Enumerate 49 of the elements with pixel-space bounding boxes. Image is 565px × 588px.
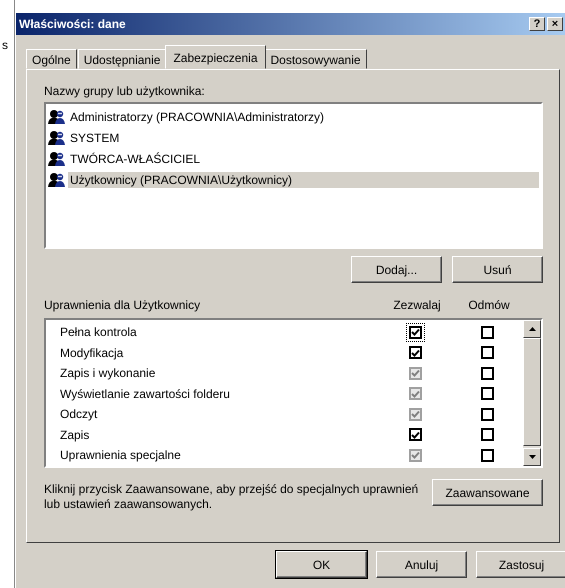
tab[interactable]: Zabezpieczenia (165, 45, 266, 69)
permission-name: Zapis i wykonanie (60, 366, 156, 380)
permission-name: Wyświetlanie zawartości folderu (60, 386, 231, 401)
user-group-icon (48, 150, 66, 166)
permission-name: Pełna kontrola (60, 325, 138, 340)
scroll-thumb[interactable] (523, 338, 541, 446)
user-group-icon (48, 108, 66, 124)
column-header: Zezwalaj (392, 298, 442, 314)
permission-name: Zapis (60, 428, 90, 442)
group-list[interactable]: Administratorzy (PRACOWNIA\Administratorzy) SYSTEM TWÓRCA-WŁAŚCICIEL Użytkownicy (PRACOWNIA\Użytkownicy) (44, 102, 543, 249)
group-item[interactable]: Administratorzy (PRACOWNIA\Administratorzy) (68, 108, 326, 124)
permission-name: Modyfikacja (60, 346, 124, 360)
checkmark-icon (410, 369, 420, 378)
permissions-label: Uprawnienia dla Użytkownicy (44, 298, 202, 314)
close-button[interactable]: × (547, 17, 563, 31)
remove-button[interactable]: Usuń (452, 256, 543, 283)
cancel-button[interactable]: Anuluj (376, 551, 467, 578)
scrollbar[interactable] (523, 320, 541, 466)
ok-button[interactable]: OK (276, 551, 367, 578)
tab[interactable]: Dostosowywanie (264, 49, 367, 69)
advanced-button[interactable]: Zaawansowane (432, 479, 543, 506)
group-list-label: Nazwy grupy lub użytkownika: (44, 84, 206, 100)
checkmark-icon (410, 451, 420, 460)
advanced-hint: Kliknij przycisk Zaawansowane, aby przejść do specjalnych uprawnień lub ustawień zaawansowanych. (44, 481, 420, 512)
checkmark-icon (410, 410, 420, 418)
scroll-up-button[interactable] (523, 320, 541, 338)
checkmark-icon (410, 390, 420, 398)
tab[interactable]: Ogólne (26, 49, 77, 69)
checkmark-icon (410, 328, 420, 336)
group-item[interactable]: TWÓRCA-WŁAŚCICIEL (68, 150, 202, 166)
checkmark-icon (410, 348, 420, 357)
up-arrow-icon (528, 327, 536, 331)
group-item[interactable]: SYSTEM (68, 130, 122, 146)
user-group-icon (48, 172, 66, 188)
add-button[interactable]: Dodaj... (351, 256, 442, 283)
permission-name: Odczyt (60, 407, 98, 422)
column-header: Odmów (467, 298, 511, 314)
help-button[interactable]: ? (529, 17, 545, 31)
window-title: Właściwości: dane (19, 17, 127, 31)
user-group-icon (48, 130, 66, 146)
scroll-down-button[interactable] (523, 448, 541, 466)
checkmark-icon (410, 430, 420, 439)
permission-name: Uprawnienia specjalne (60, 448, 182, 462)
group-item[interactable]: Użytkownicy (PRACOWNIA\Użytkownicy) (68, 172, 539, 188)
background-text: s (2, 38, 9, 52)
apply-button[interactable]: Zastosuj (476, 551, 565, 578)
tab[interactable]: Udostępnianie (78, 49, 166, 69)
down-arrow-icon (528, 455, 536, 459)
checkbox[interactable] (406, 322, 424, 342)
